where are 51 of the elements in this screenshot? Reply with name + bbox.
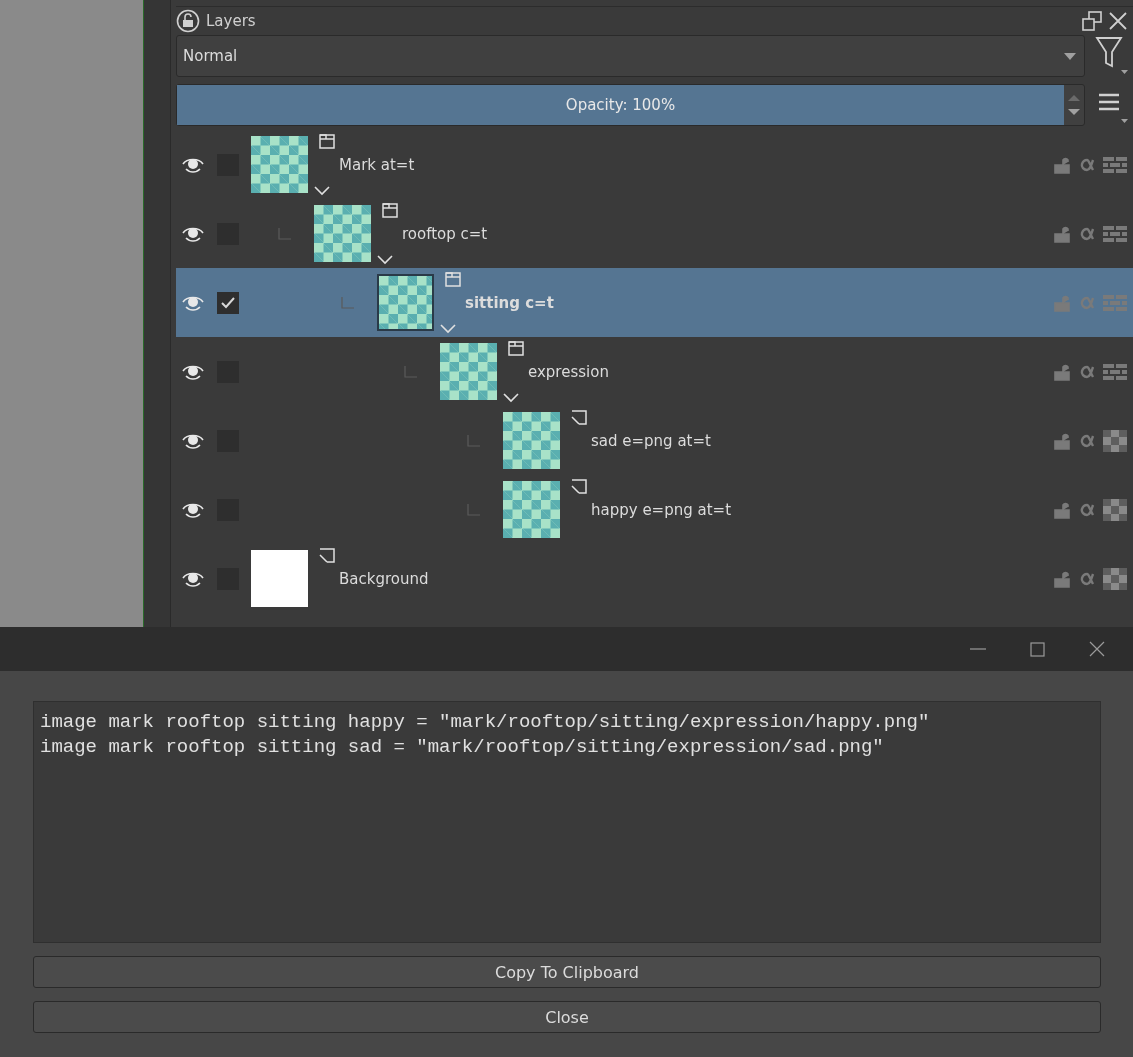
folder-icon (319, 134, 335, 149)
brick-wall-icon[interactable] (1103, 155, 1127, 174)
check-icon (221, 296, 235, 309)
layer-row[interactable]: happy e=png at=t (176, 475, 1133, 544)
layer-name: Mark at=t (339, 155, 415, 174)
spin-arrows-icon[interactable] (1068, 93, 1080, 117)
tree-line-icon (404, 365, 418, 378)
filter-icon[interactable] (1095, 36, 1129, 76)
tree-line-icon (278, 227, 292, 240)
blend-mode-dropdown[interactable]: Normal (176, 35, 1085, 77)
output-text-area[interactable]: image mark rooftop sitting happy = "mark/rooftop/sitting/expression/happy.png" image mark rooftop sitting sad = "mark/rooftop/sitting/expression/sad.png" (33, 701, 1101, 943)
close-icon[interactable] (1109, 12, 1127, 30)
layer-row[interactable]: sitting c=t (176, 268, 1133, 337)
chevron-down-icon[interactable] (503, 393, 519, 403)
layer-row[interactable]: expression (176, 337, 1133, 406)
close-icon[interactable] (1089, 641, 1105, 657)
copy-button[interactable]: Copy To Clipboard (33, 956, 1101, 988)
tree-line-icon (467, 434, 481, 447)
maximize-icon[interactable] (1030, 641, 1045, 657)
checkerboard-icon[interactable] (1103, 567, 1127, 590)
folder-icon (382, 203, 398, 218)
code-line: image mark rooftop sitting happy = "mark/rooftop/sitting/expression/happy.png" (40, 710, 931, 735)
layer-name: happy e=png at=t (591, 500, 732, 519)
brick-wall-icon[interactable] (1103, 224, 1127, 243)
lock-icon[interactable] (176, 9, 200, 33)
layer-name: sad e=png at=t (591, 431, 711, 450)
chevron-down-icon[interactable] (377, 255, 393, 265)
layer-row[interactable]: Mark at=t (176, 130, 1133, 199)
layer-row[interactable]: sad e=png at=t (176, 406, 1133, 475)
close-button[interactable]: Close (33, 1001, 1101, 1033)
caret-icon (1064, 52, 1076, 60)
layer-row[interactable]: rooftop c=t (176, 199, 1133, 268)
layer-row[interactable]: Background (176, 544, 1133, 613)
layer-name: Background (339, 569, 429, 588)
opacity-spinbox[interactable]: Opacity: 100% (176, 84, 1085, 126)
code-line: image mark rooftop sitting sad = "mark/rooftop/sitting/expression/sad.png" (40, 735, 885, 760)
chevron-down-icon[interactable] (314, 186, 330, 196)
layer-name: expression (528, 362, 609, 381)
panel-title: Layers (206, 12, 257, 30)
chevron-down-icon[interactable] (440, 324, 456, 334)
layer-name: rooftop c=t (402, 224, 488, 243)
checkerboard-icon[interactable] (1103, 498, 1127, 521)
tree-line-icon (467, 503, 481, 516)
folder-icon (508, 341, 524, 356)
checkerboard-icon[interactable] (1103, 429, 1127, 452)
layer-checkbox[interactable] (217, 291, 239, 314)
folder-icon (445, 272, 461, 287)
layer-name: sitting c=t (465, 293, 554, 312)
float-icon[interactable] (1081, 10, 1103, 32)
brick-wall-icon[interactable] (1103, 362, 1127, 381)
tree-line-icon (341, 296, 355, 309)
